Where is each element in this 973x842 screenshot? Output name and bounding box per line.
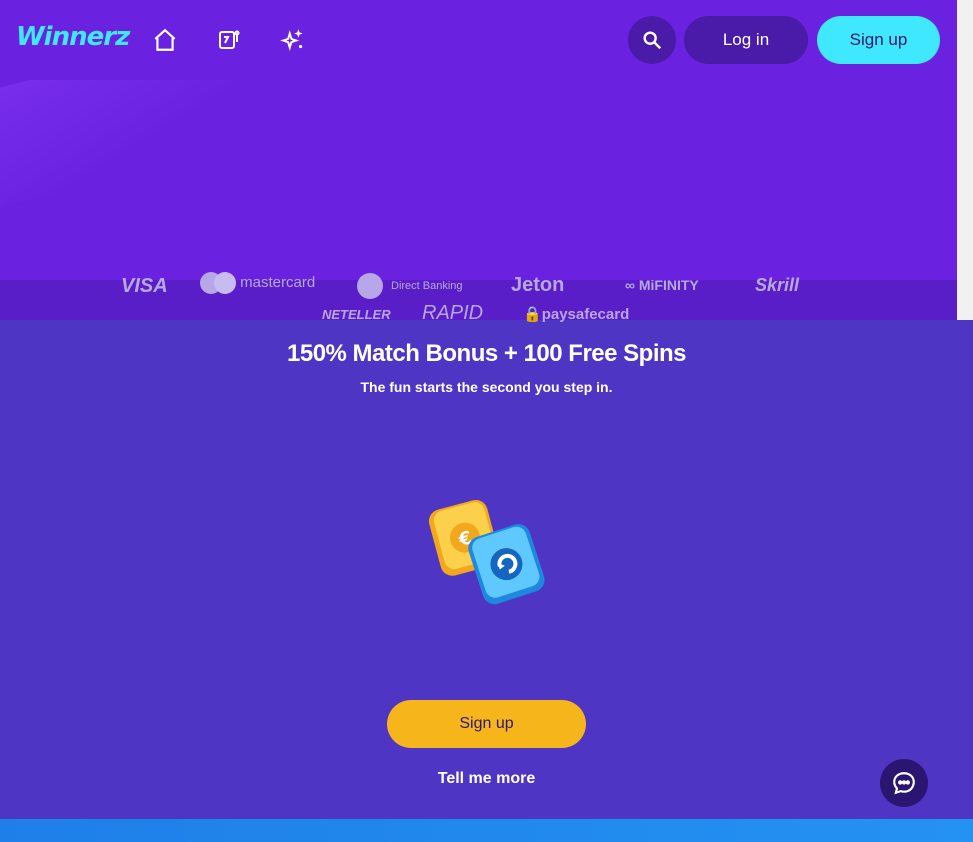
home-icon[interactable] [149, 24, 181, 56]
payment-logo-jeton: Jeton [511, 274, 565, 296]
promo-title: 150% Match Bonus + 100 Free Spins [287, 340, 687, 367]
brand-logo[interactable]: Winnerz [16, 22, 130, 52]
search-button[interactable] [628, 16, 676, 64]
bottom-strip [0, 819, 973, 842]
signup-button-header[interactable]: Sign up [817, 16, 940, 64]
payment-logo-visa: VISA [121, 275, 168, 297]
payment-logo-paysafecard: 🔒paysafecard [523, 306, 630, 323]
login-button[interactable]: Log in [684, 16, 808, 64]
payment-logo-direct-banking: Direct Banking [357, 273, 463, 299]
scrollbar[interactable] [957, 0, 973, 320]
payment-logo-mifinity: ∞ MiFINITY [625, 277, 699, 293]
payment-logo-skrill: Skrill [755, 275, 800, 295]
chat-button[interactable] [880, 759, 928, 807]
chat-icon [893, 772, 915, 795]
promo-subtitle: The fun starts the second you step in. [360, 379, 613, 395]
slot-machine-icon[interactable] [213, 24, 245, 56]
payment-logo-neteller: NETELLER [322, 307, 391, 322]
search-icon [643, 31, 662, 50]
top-navbar: Winnerz Log in Sign up [0, 0, 957, 80]
payment-logo-mastercard: mastercard [200, 272, 315, 294]
bonus-tokens-illustration: € [420, 486, 550, 616]
sparkles-icon[interactable] [277, 24, 309, 56]
signup-cta-button[interactable]: Sign up [387, 700, 586, 748]
payment-methods: VISA mastercard Direct Banking Jeton ∞ M… [0, 272, 957, 324]
payment-logo-rapid: RAPID [422, 302, 484, 324]
tell-me-more-link[interactable]: Tell me more [0, 770, 973, 788]
